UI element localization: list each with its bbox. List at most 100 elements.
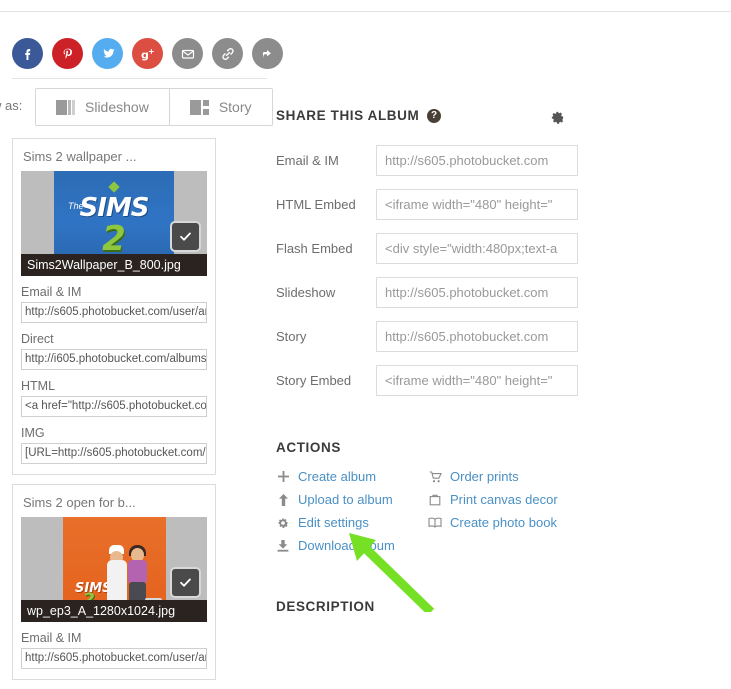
share-arrow-icon — [262, 49, 271, 58]
share-row: Email & IM http://s605.photobucket.com — [276, 145, 606, 176]
share-row: Story http://s605.photobucket.com — [276, 321, 606, 352]
photo-link-field: IMG [URL=http://s605.photobucket.com/use — [21, 426, 207, 464]
actions-column-right: Order prints Print canvas decor Create p… — [428, 465, 580, 557]
share-input-slideshow[interactable]: http://s605.photobucket.com — [376, 277, 578, 308]
photo-link-field: Email & IM http://s605.photobucket.com/u… — [21, 631, 207, 669]
help-icon[interactable]: ? — [427, 108, 442, 123]
more-share-button[interactable] — [252, 38, 283, 69]
share-row-label: HTML Embed — [276, 197, 356, 212]
action-label: Create album — [298, 469, 377, 484]
photo-link-label: HTML — [21, 379, 56, 393]
action-label: Download album — [298, 538, 395, 553]
action-download-album[interactable]: Download album — [276, 534, 428, 557]
photo-filename: wp_ep3_A_1280x1024.jpg — [21, 600, 207, 622]
share-panel: SHARE THIS ALBUM ? Email & IM http://s60… — [276, 108, 606, 614]
share-row-label: Story Embed — [276, 373, 352, 388]
slideshow-icon — [56, 99, 75, 115]
view-as-slideshow-button[interactable]: Slideshow — [36, 89, 169, 125]
photo-thumbnail[interactable]: SIMS 2 wp_ep3_A_1280x1024.jpg — [21, 517, 207, 622]
share-row: Story Embed <iframe width="480" height=" — [276, 365, 606, 396]
action-print-canvas-decor[interactable]: Print canvas decor — [428, 488, 580, 511]
actions-column-left: Create album Upload to album Edit settin… — [276, 465, 428, 557]
photo-link-input-email[interactable]: http://s605.photobucket.com/user/ange — [21, 648, 207, 669]
cart-icon — [428, 470, 442, 483]
gear-icon — [276, 517, 290, 529]
action-label: Upload to album — [298, 492, 393, 507]
action-label: Print canvas decor — [450, 492, 558, 507]
upload-arrow-icon — [276, 493, 290, 506]
actions-list: Create album Upload to album Edit settin… — [276, 465, 606, 557]
pinterest-share-button[interactable] — [52, 38, 83, 69]
share-input-story[interactable]: http://s605.photobucket.com — [376, 321, 578, 352]
photo-link-label: Email & IM — [21, 285, 82, 299]
photo-card-title: Sims 2 open for b... — [23, 495, 136, 510]
photo-link-input-direct[interactable]: http://i605.photobucket.com/albums/tt1 — [21, 349, 207, 370]
twitter-share-button[interactable] — [92, 38, 123, 69]
share-settings-button[interactable] — [550, 110, 565, 130]
share-row-label: Slideshow — [276, 285, 336, 300]
check-icon — [180, 578, 191, 587]
photo-card[interactable]: Sims 2 wallpaper ... The SIMS 2 Sims2Wal… — [12, 138, 216, 475]
canvas-icon — [428, 494, 442, 506]
download-icon — [276, 539, 290, 552]
share-input-story-embed[interactable]: <iframe width="480" height=" — [376, 365, 578, 396]
share-row: Flash Embed <div style="width:480px;text… — [276, 233, 606, 264]
top-divider — [0, 11, 731, 12]
action-create-photo-book[interactable]: Create photo book — [428, 511, 580, 534]
link-icon — [221, 47, 234, 60]
gear-icon — [551, 111, 564, 124]
share-row-label: Email & IM — [276, 153, 339, 168]
share-input-email-im[interactable]: http://s605.photobucket.com — [376, 145, 578, 176]
photo-link-input-img[interactable]: [URL=http://s605.photobucket.com/use — [21, 443, 207, 464]
photo-selected-checkbox[interactable] — [170, 567, 201, 598]
actions-heading: ACTIONS — [276, 440, 341, 455]
share-row-label: Flash Embed — [276, 241, 353, 256]
envelope-icon — [181, 49, 194, 59]
google-plus-share-button[interactable]: g + — [132, 38, 163, 69]
action-create-album[interactable]: Create album — [276, 465, 428, 488]
social-row-divider — [12, 78, 267, 79]
photo-card-title: Sims 2 wallpaper ... — [23, 149, 137, 164]
photo-card[interactable]: Sims 2 open for b... SIMS 2 — [12, 484, 216, 680]
share-row: Slideshow http://s605.photobucket.com — [276, 277, 606, 308]
view-as-toggle-group: Slideshow Story — [35, 88, 273, 126]
check-icon — [180, 232, 191, 241]
photo-link-label: IMG — [21, 426, 45, 440]
action-order-prints[interactable]: Order prints — [428, 465, 580, 488]
photo-thumbnail[interactable]: The SIMS 2 Sims2Wallpaper_B_800.jpg — [21, 171, 207, 276]
action-label: Order prints — [450, 469, 519, 484]
share-input-flash-embed[interactable]: <div style="width:480px;text-a — [376, 233, 578, 264]
email-share-button[interactable] — [172, 38, 203, 69]
book-icon — [428, 517, 442, 528]
copy-link-button[interactable] — [212, 38, 243, 69]
twitter-icon — [103, 48, 115, 58]
share-row-label: Story — [276, 329, 307, 344]
view-as-story-button[interactable]: Story — [168, 89, 272, 125]
google-plus-icon: g + — [141, 47, 155, 62]
share-row: HTML Embed <iframe width="480" height=" — [276, 189, 606, 220]
action-edit-settings[interactable]: Edit settings — [276, 511, 428, 534]
photo-link-input-html[interactable]: <a href="http://s605.photobucket.com/u — [21, 396, 207, 417]
photo-card-list: Sims 2 wallpaper ... The SIMS 2 Sims2Wal… — [12, 138, 216, 689]
share-fields-list: Email & IM http://s605.photobucket.com H… — [276, 145, 606, 396]
share-heading-text: SHARE THIS ALBUM — [276, 108, 420, 123]
social-share-row: g + — [12, 38, 283, 69]
photo-link-label: Direct — [21, 332, 54, 346]
plus-icon — [276, 471, 290, 482]
photo-link-field: HTML <a href="http://s605.photobucket.co… — [21, 379, 207, 417]
photo-filename: Sims2Wallpaper_B_800.jpg — [21, 254, 207, 276]
photo-selected-checkbox[interactable] — [170, 221, 201, 252]
view-as-slideshow-label: Slideshow — [85, 99, 149, 115]
action-upload-to-album[interactable]: Upload to album — [276, 488, 428, 511]
photo-link-field: Email & IM http://s605.photobucket.com/u… — [21, 285, 207, 323]
story-icon — [189, 99, 209, 115]
action-label: Create photo book — [450, 515, 557, 530]
view-as-label: w as: — [0, 98, 23, 113]
action-label: Edit settings — [298, 515, 369, 530]
photo-link-input-email[interactable]: http://s605.photobucket.com/user/ange — [21, 302, 207, 323]
facebook-share-button[interactable] — [12, 38, 43, 69]
facebook-icon — [24, 48, 30, 60]
share-input-html-embed[interactable]: <iframe width="480" height=" — [376, 189, 578, 220]
view-as-story-label: Story — [218, 99, 252, 115]
photo-link-field: Direct http://i605.photobucket.com/album… — [21, 332, 207, 370]
